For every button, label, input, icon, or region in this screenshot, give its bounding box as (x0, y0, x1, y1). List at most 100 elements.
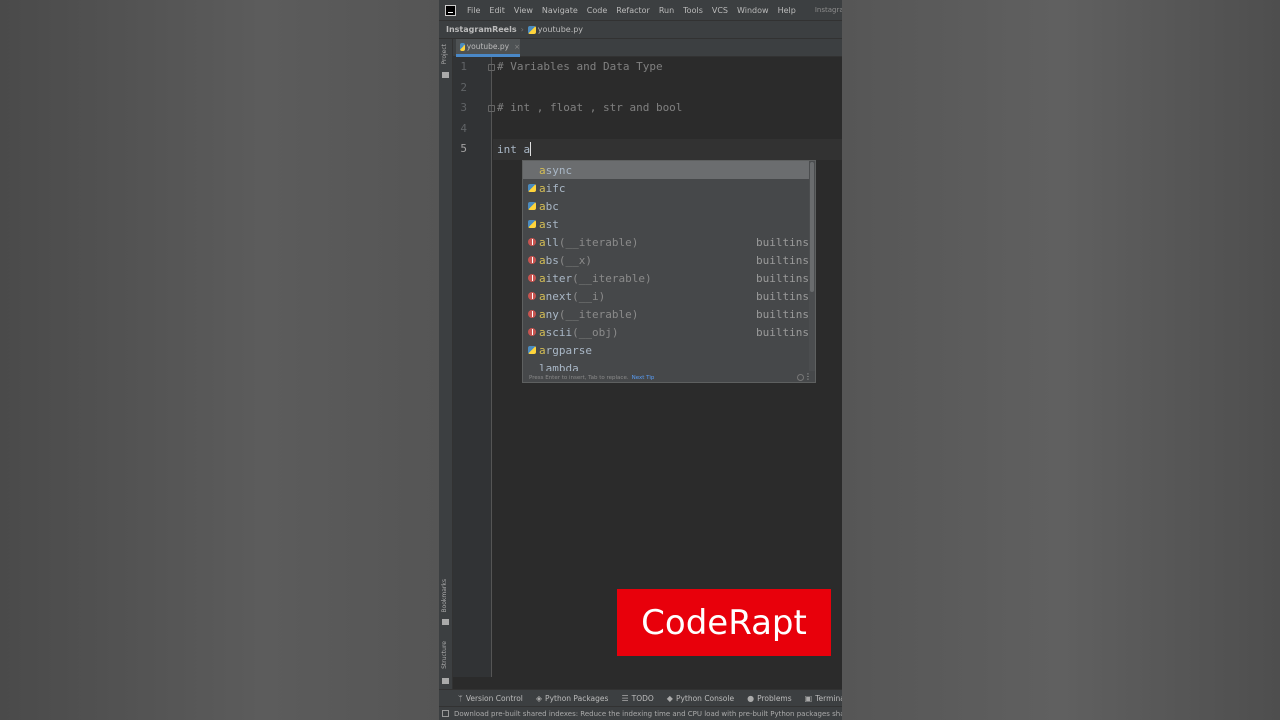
python-file-icon (460, 42, 465, 51)
keyword-icon (528, 364, 536, 371)
gear-icon[interactable] (797, 374, 804, 381)
match-highlight: a (539, 199, 546, 213)
tool-window-python-packages[interactable]: ◈ Python Packages (536, 694, 609, 703)
completion-item[interactable]: all (__iterable) builtins (523, 233, 809, 251)
vcs-icon: ᛘ (458, 693, 463, 703)
completion-name: argparse (539, 343, 592, 357)
completion-name: lambda (539, 361, 579, 372)
problems-icon: ● (747, 693, 755, 703)
completion-item[interactable]: argparse (523, 341, 809, 359)
line-number: 4 (460, 122, 467, 135)
completion-source: builtins (756, 271, 809, 285)
completion-source: builtins (756, 325, 809, 339)
match-highlight: a (539, 289, 546, 303)
breadcrumb-separator: › (520, 25, 524, 34)
tool-window-label: Version Control (465, 693, 523, 703)
completion-params: (__x) (558, 253, 592, 267)
function-icon (528, 256, 536, 264)
menu-bar: File Edit View Navigate Code Refactor Ru… (439, 0, 842, 20)
python-file-icon (527, 25, 536, 34)
completion-hint: Press Enter to insert, Tab to replace. (529, 374, 629, 381)
menu-view[interactable]: View (509, 6, 537, 15)
menu-code[interactable]: Code (582, 6, 611, 15)
function-icon (528, 292, 536, 300)
project-tool-window-label[interactable]: Project (441, 44, 448, 65)
completion-item[interactable]: ast (523, 215, 809, 233)
line-number-gutter: 1 2 3 4 5 (453, 57, 492, 677)
close-icon[interactable]: × (514, 43, 520, 51)
structure-icon[interactable] (442, 678, 449, 684)
tab-youtube-py[interactable]: youtube.py × (456, 39, 520, 57)
tool-window-version-control[interactable]: ᛘ Version Control (458, 694, 523, 703)
text-caret (530, 142, 532, 156)
python-module-icon (528, 346, 536, 354)
completion-item[interactable]: aiter (__iterable) builtins (523, 269, 809, 287)
menu-window[interactable]: Window (732, 6, 773, 15)
function-icon (528, 274, 536, 282)
menu-navigate[interactable]: Navigate (537, 6, 582, 15)
fold-marker-icon[interactable] (488, 105, 495, 112)
scrollbar-thumb[interactable] (810, 162, 814, 292)
breadcrumb: InstagramReels › youtube.py (439, 20, 842, 39)
match-highlight: a (539, 163, 546, 177)
bookmark-icon[interactable] (442, 619, 449, 625)
fold-marker-icon[interactable] (488, 64, 495, 71)
code-editor[interactable]: 1 2 3 4 5 # Variables and Data Type # in… (453, 57, 842, 677)
completion-name: ast (539, 217, 559, 231)
match-highlight: a (539, 253, 546, 267)
line-number-current: 5 (460, 142, 467, 155)
folder-icon[interactable] (442, 72, 449, 78)
blurred-background-right (842, 0, 1280, 720)
completion-footer: Press Enter to insert, Tab to replace. N… (523, 371, 815, 382)
match-highlight: a (539, 307, 546, 321)
pycharm-logo-icon (445, 4, 456, 16)
menu-help[interactable]: Help (773, 6, 800, 15)
menu-run[interactable]: Run (654, 6, 678, 15)
match-highlight: a (539, 235, 546, 249)
match-highlight: a (539, 181, 546, 195)
completion-source: builtins (756, 307, 809, 321)
match-highlight: a (539, 325, 546, 339)
completion-source: builtins (756, 253, 809, 267)
tool-window-python-console[interactable]: ◆ Python Console (667, 694, 734, 703)
completion-item[interactable]: anext (__i) builtins (523, 287, 809, 305)
menu-vcs[interactable]: VCS (707, 6, 732, 15)
completion-name: abc (539, 199, 559, 213)
status-toggle-icon[interactable] (442, 710, 449, 717)
completion-item[interactable]: any (__iterable) builtins (523, 305, 809, 323)
menu-refactor[interactable]: Refactor (611, 6, 654, 15)
terminal-icon: ▣ (804, 693, 813, 703)
status-message[interactable]: Download pre-built shared indexes: Reduc… (454, 710, 842, 718)
structure-tool-window-label[interactable]: Structure (441, 641, 448, 669)
menu-edit[interactable]: Edit (484, 6, 509, 15)
breadcrumb-file[interactable]: youtube.py (538, 25, 583, 34)
code-line: # int , float , str and bool (497, 101, 683, 114)
function-icon (528, 238, 536, 246)
completion-item[interactable]: ascii (__obj) builtins (523, 323, 809, 341)
bookmarks-tool-window-label[interactable]: Bookmarks (441, 579, 448, 613)
tool-window-label: Problems (757, 693, 792, 703)
tool-window-label: Terminal (815, 693, 842, 703)
tool-window-label: TODO (631, 693, 654, 703)
tool-window-label: Python Console (675, 693, 735, 703)
line-number: 1 (460, 60, 467, 73)
menu-file[interactable]: File (462, 6, 484, 15)
completion-item[interactable]: aifc (523, 179, 809, 197)
breadcrumb-project[interactable]: InstagramReels (446, 25, 517, 34)
tool-window-terminal[interactable]: ▣Terminal (805, 694, 842, 703)
tool-window-todo[interactable]: ☰ TODO (621, 694, 653, 703)
completion-item[interactable]: abs (__x) builtins (523, 251, 809, 269)
completion-item[interactable]: abc (523, 197, 809, 215)
brand-watermark: CodeRapt (617, 589, 831, 656)
line-number: 3 (460, 101, 467, 114)
completion-item[interactable]: async (523, 161, 809, 179)
next-tip-link[interactable]: Next Tip (632, 375, 655, 381)
packages-icon: ◈ (535, 693, 543, 703)
completion-scrollbar[interactable] (809, 161, 815, 371)
console-icon: ◆ (666, 693, 673, 703)
menu-tools[interactable]: Tools (678, 6, 707, 15)
completion-item[interactable]: lambda (523, 359, 809, 372)
more-options-icon[interactable]: ⋮ (804, 372, 812, 381)
completion-name: aiter (539, 271, 573, 285)
tool-window-problems[interactable]: ● Problems (747, 694, 792, 703)
